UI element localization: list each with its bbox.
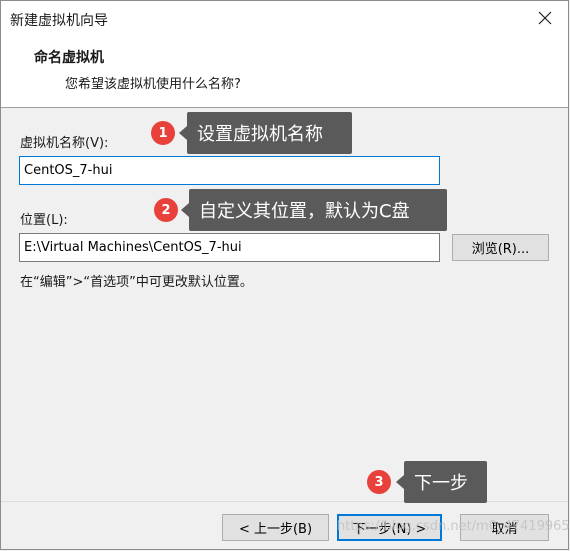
back-button[interactable]: < 上一步(B) bbox=[222, 514, 329, 541]
annotation-callout-3: 下一步 bbox=[396, 461, 487, 503]
browse-button[interactable]: 浏览(R)... bbox=[452, 234, 549, 261]
close-icon bbox=[538, 11, 552, 25]
vm-name-input[interactable] bbox=[19, 156, 440, 185]
annotation-badge-2: 2 bbox=[154, 198, 178, 222]
window-title: 新建虚拟机向导 bbox=[10, 13, 108, 29]
wizard-header: 命名虚拟机 您希望该虚拟机使用什么名称? bbox=[1, 35, 568, 108]
annotation-badge-3: 3 bbox=[367, 470, 391, 494]
page-subtitle: 您希望该虚拟机使用什么名称? bbox=[65, 77, 241, 92]
vm-name-label: 虚拟机名称(V): bbox=[20, 136, 109, 151]
title-bar: 新建虚拟机向导 bbox=[1, 1, 568, 35]
annotation-badge-1: 1 bbox=[151, 121, 175, 145]
location-input[interactable] bbox=[19, 233, 440, 262]
location-hint: 在“编辑”>“首选项”中可更改默认位置。 bbox=[20, 275, 253, 290]
annotation-callout-2: 自定义其位置，默认为C盘 bbox=[181, 189, 447, 231]
annotation-callout-1: 设置虚拟机名称 bbox=[179, 112, 352, 154]
watermark: https://blog.csdn.net/m0_47419965 bbox=[337, 519, 570, 534]
location-label: 位置(L): bbox=[20, 213, 68, 228]
page-title: 命名虚拟机 bbox=[34, 50, 104, 66]
close-button[interactable] bbox=[522, 1, 568, 35]
